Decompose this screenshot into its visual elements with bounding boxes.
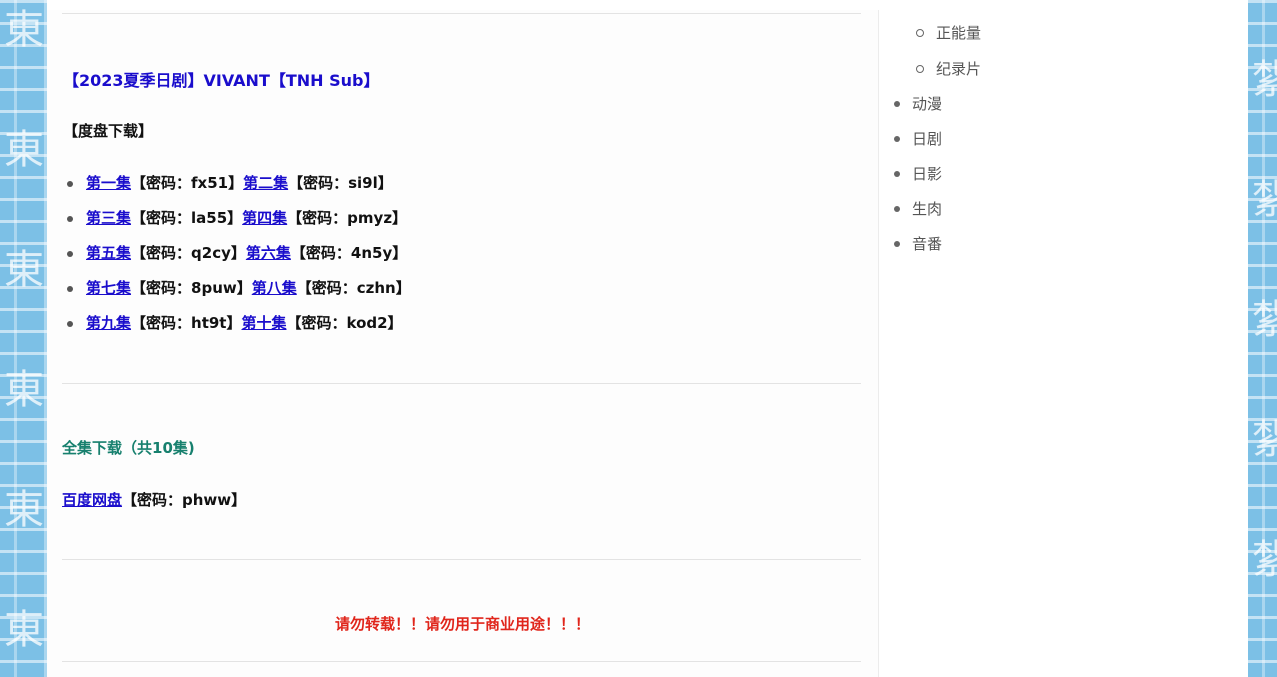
list-item: 第五集【密码：q2cy】第六集【密码：4n5y】 [63, 236, 411, 271]
pattern-glyph: 紮 [1252, 417, 1277, 463]
sidebar-item[interactable]: 生肉 [912, 198, 942, 219]
pattern-glyph: 東 [4, 487, 44, 533]
episode-link[interactable]: 第十集 [241, 314, 286, 332]
list-item: 第九集【密码：ht9t】第十集【密码：kod2】 [63, 306, 411, 341]
list-item: 第一集【密码：fx51】第二集【密码：si9l】 [63, 166, 411, 201]
sidebar-item[interactable]: 动漫 [912, 93, 942, 114]
list-item: 第三集【密码：la55】第四集【密码：pmyz】 [63, 201, 411, 236]
bullet-icon [894, 101, 900, 107]
episode-link[interactable]: 第九集 [86, 314, 131, 332]
episode-code: 【密码：pmyz】 [287, 209, 408, 227]
baidu-download-row: 百度网盘【密码：phww】 [62, 489, 246, 510]
episode-code: 【密码：q2cy】 [131, 244, 246, 262]
baidu-code: 【密码：phww】 [122, 491, 247, 509]
episode-code: 【密码：czhn】 [296, 279, 411, 297]
episode-code: 【密码：fx51】 [131, 174, 244, 192]
divider [62, 559, 861, 560]
bullet-icon [894, 136, 900, 142]
bullet-icon [916, 65, 924, 73]
sidebar-item[interactable]: 音番 [912, 233, 942, 254]
left-pattern-background: 東 東 東 東 東 東 [0, 0, 47, 677]
bullet-icon [67, 321, 73, 327]
episode-link[interactable]: 第五集 [86, 244, 131, 262]
episode-code: 【密码：kod2】 [286, 314, 403, 332]
pattern-glyph: 紮 [1252, 57, 1277, 103]
pattern-glyph: 紮 [1252, 177, 1277, 223]
pattern-glyph: 東 [4, 127, 44, 173]
right-pattern-background: 紮 紮 紮 紮 紮 [1248, 0, 1277, 677]
episode-link[interactable]: 第二集 [243, 174, 288, 192]
bullet-icon [67, 251, 73, 257]
divider [62, 661, 861, 662]
pattern-glyph: 紮 [1252, 537, 1277, 583]
baidu-section-label: 【度盘下载】 [63, 122, 154, 140]
bullet-icon [67, 286, 73, 292]
bullet-icon [67, 181, 73, 187]
divider [62, 13, 861, 14]
sidebar-subitem[interactable]: 正能量 [936, 22, 981, 43]
sidebar-item[interactable]: 日影 [912, 163, 942, 184]
episode-code: 【密码：ht9t】 [131, 314, 242, 332]
sidebar-subitem[interactable]: 纪录片 [936, 58, 981, 79]
full-download-title: 全集下载（共10集) [62, 439, 195, 457]
episode-code: 【密码：8puw】 [131, 279, 252, 297]
warning-text: 请勿转载！！请勿用于商业用途！！！ [334, 615, 590, 633]
episode-code: 【密码：la55】 [131, 209, 243, 227]
episode-link[interactable]: 第一集 [86, 174, 131, 192]
bullet-icon [67, 216, 73, 222]
pattern-glyph: 東 [4, 247, 44, 293]
episode-link[interactable]: 第三集 [86, 209, 131, 227]
pattern-glyph: 東 [4, 607, 44, 653]
bullet-icon [894, 171, 900, 177]
baidu-pan-link[interactable]: 百度网盘 [62, 491, 122, 509]
divider [62, 383, 861, 384]
post-title-link[interactable]: 【2023夏季日剧】VIVANT【TNH Sub】 [63, 67, 380, 91]
bullet-icon [916, 29, 924, 37]
post-content: 【2023夏季日剧】VIVANT【TNH Sub】 【度盘下载】 第一集【密码：… [47, 10, 879, 677]
episode-link[interactable]: 第八集 [252, 279, 297, 297]
sidebar-item[interactable]: 日剧 [912, 128, 942, 149]
episode-link[interactable]: 第七集 [86, 279, 131, 297]
pattern-glyph: 東 [4, 7, 44, 53]
episode-link[interactable]: 第六集 [246, 244, 291, 262]
list-item: 第七集【密码：8puw】第八集【密码：czhn】 [63, 271, 411, 306]
pattern-glyph: 紮 [1252, 297, 1277, 343]
pattern-glyph: 東 [4, 367, 44, 413]
bullet-icon [894, 241, 900, 247]
episode-link[interactable]: 第四集 [242, 209, 287, 227]
episode-code: 【密码：si9l】 [288, 174, 393, 192]
sidebar: 正能量 纪录片 动漫 日剧 日影 生肉 音番 [879, 10, 1248, 677]
bullet-icon [894, 206, 900, 212]
episode-code: 【密码：4n5y】 [290, 244, 408, 262]
episode-list: 第一集【密码：fx51】第二集【密码：si9l】 第三集【密码：la55】第四集… [63, 166, 411, 341]
